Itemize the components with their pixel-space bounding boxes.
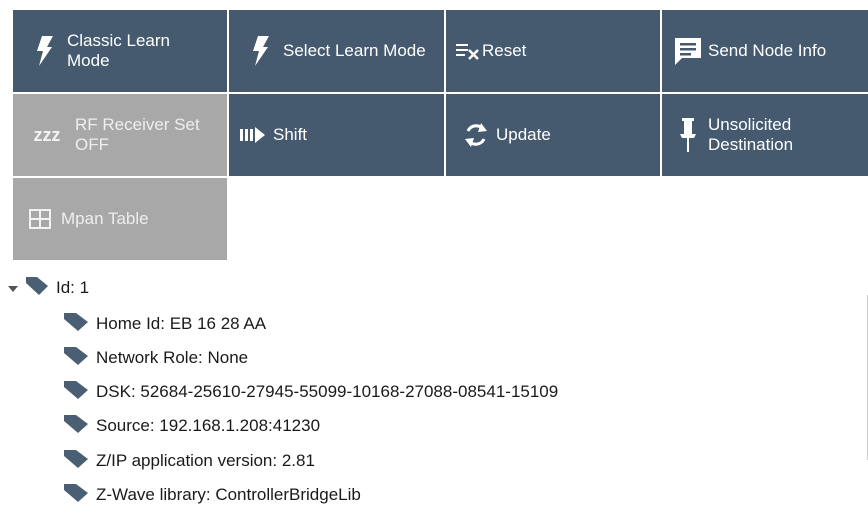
tree-item-label: Network Role: None [96,348,249,367]
sleep-icon: zzz [19,125,75,145]
collapse-arrow-icon[interactable] [8,278,26,298]
reset-label: Reset [482,41,527,60]
tree-item-label: DSK: 52684-25610-27945-55099-10168-27088… [96,382,559,401]
tree-item-source[interactable]: Source: 192.168.1.208:41230 [64,413,320,439]
select-learn-mode-label: Select Learn Mode [283,41,426,60]
unsolicited-destination-label: Unsolicited Destination [708,115,794,154]
tree-item-label: Z-Wave library: ControllerBridgeLib [96,485,361,504]
tree-item-zwave-library[interactable]: Z-Wave library: ControllerBridgeLib [64,482,361,508]
refresh-icon [456,122,496,148]
tree-item-home-id[interactable]: Home Id: EB 16 28 AA [64,311,266,337]
rf-receiver-label: RF Receiver Set OFF [75,115,200,154]
shift-button[interactable]: Shift [229,94,444,176]
sleep-icon-text: zzz [33,125,61,145]
update-button[interactable]: Update [446,94,660,176]
tree-item-label: Home Id: EB 16 28 AA [96,314,267,333]
pin-icon [668,118,708,152]
lightning-icon [239,36,283,66]
table-icon [25,209,55,229]
select-learn-mode-button[interactable]: Select Learn Mode [229,10,444,92]
tree-item-dsk[interactable]: DSK: 52684-25610-27945-55099-10168-27088… [64,379,558,405]
tree-root-label: Id: 1 [56,278,90,297]
shift-label: Shift [273,125,308,144]
tree-item-zip-version[interactable]: Z/IP application version: 2.81 [64,448,315,474]
mpan-table-button[interactable]: Mpan Table [13,178,227,260]
tag-icon [64,312,88,336]
tag-icon [64,414,88,438]
tree-item-network-role[interactable]: Network Role: None [64,345,248,371]
lightning-icon [23,36,67,66]
message-icon [668,35,708,67]
tree-root-id[interactable]: Id: 1 [8,275,89,301]
tag-icon [64,449,88,473]
classic-learn-mode-label: Classic Learn Mode [67,31,170,70]
shift-icon [235,127,273,143]
tag-icon [26,276,48,300]
unsolicited-destination-button[interactable]: Unsolicited Destination [662,94,868,176]
node-info-tree: Id: 1 Home Id: EB 16 28 AA Network Role:… [0,270,868,516]
send-node-info-button[interactable]: Send Node Info [662,10,868,92]
mpan-table-label: Mpan Table [61,209,149,228]
tag-icon [64,380,88,404]
reset-button[interactable]: Reset [446,10,660,92]
tag-icon [64,346,88,370]
reset-icon [454,41,482,61]
tree-item-label: Z/IP application version: 2.81 [96,451,315,470]
tag-icon [64,483,88,507]
classic-learn-mode-button[interactable]: Classic Learn Mode [13,10,227,92]
send-node-info-label: Send Node Info [708,41,827,60]
update-label: Update [496,125,551,144]
tree-item-label: Source: 192.168.1.208:41230 [96,416,321,435]
rf-receiver-set-off-button[interactable]: zzz RF Receiver Set OFF [13,94,227,176]
